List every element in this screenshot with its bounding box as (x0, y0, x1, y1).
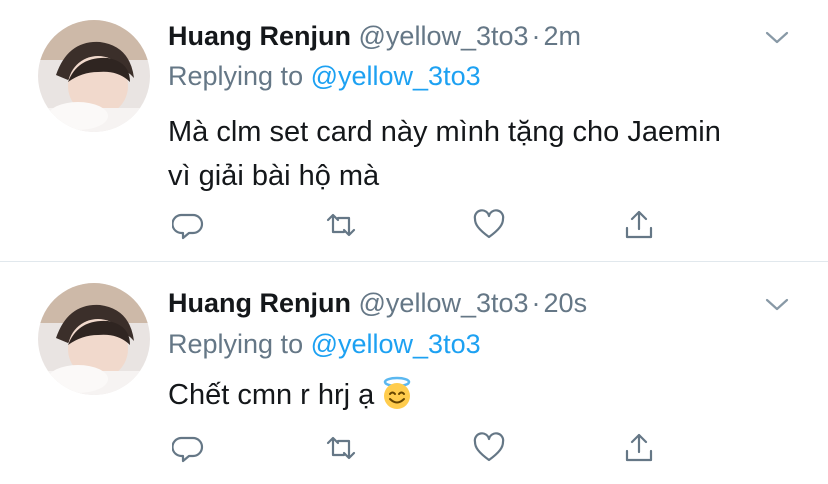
reply-icon[interactable] (171, 208, 206, 242)
tweet-2[interactable]: Huang Renjun @yellow_3to3 · 20s Replying t… (0, 263, 828, 484)
reply-mention-link[interactable]: @yellow_3to3 (311, 329, 481, 359)
separator-dot: · (531, 288, 541, 318)
author-name[interactable]: Huang Renjun (168, 288, 351, 318)
replying-prefix: Replying to (168, 329, 304, 359)
reply-mention-link[interactable]: @yellow_3to3 (311, 61, 481, 91)
chevron-down-icon[interactable] (764, 295, 790, 315)
tweet-time[interactable]: 20s (544, 288, 588, 318)
chevron-down-icon[interactable] (764, 28, 790, 48)
avatar[interactable] (38, 283, 150, 395)
retweet-icon[interactable] (324, 431, 358, 465)
replying-prefix: Replying to (168, 61, 304, 91)
replying-to: Replying to @yellow_3to3 (168, 61, 481, 92)
tweet-text: Chết cmn r hrj ạ (168, 373, 808, 417)
author-name[interactable]: Huang Renjun (168, 21, 351, 51)
author-handle[interactable]: @yellow_3to3 (359, 21, 529, 51)
reply-icon[interactable] (171, 431, 206, 465)
retweet-icon[interactable] (324, 208, 358, 242)
tweet-text-line: Chết cmn r hrj ạ (168, 379, 375, 411)
avatar[interactable] (38, 20, 150, 132)
tweet-header: Huang Renjun @yellow_3to3 · 20s (168, 288, 587, 319)
replying-to: Replying to @yellow_3to3 (168, 329, 481, 360)
tweet-actions (168, 208, 668, 242)
tweet-text-line: vì giải bài hộ mà (168, 160, 380, 192)
separator-dot: · (531, 21, 541, 51)
tweet-1[interactable]: Huang Renjun @yellow_3to3 · 2m Replying to… (0, 0, 828, 262)
tweet-text: Mà clm set card này mình tặng cho Jaemin… (168, 110, 808, 198)
tweet-time[interactable]: 2m (544, 21, 582, 51)
share-icon[interactable] (622, 431, 656, 465)
heart-icon[interactable] (472, 208, 506, 242)
tweet-text-line: Mà clm set card này mình tặng cho Jaemin (168, 116, 721, 148)
tweet-actions (168, 431, 668, 465)
author-handle[interactable]: @yellow_3to3 (359, 288, 529, 318)
share-icon[interactable] (622, 208, 656, 242)
heart-icon[interactable] (472, 431, 506, 465)
halo-emoji-icon (380, 376, 414, 410)
tweet-header: Huang Renjun @yellow_3to3 · 2m (168, 21, 581, 52)
